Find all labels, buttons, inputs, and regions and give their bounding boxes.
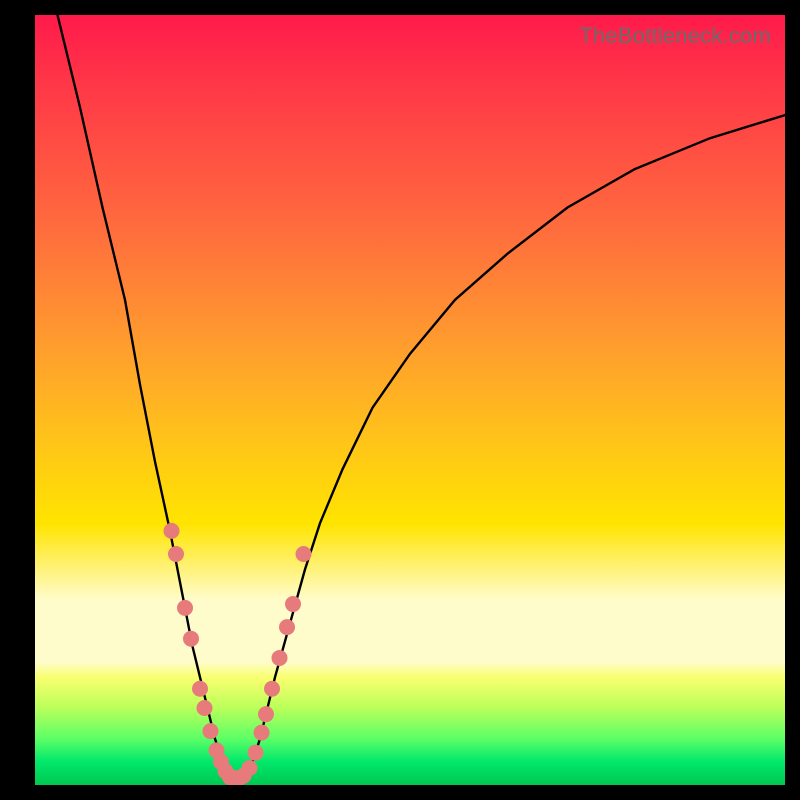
data-point [296, 546, 312, 562]
data-point [248, 745, 264, 761]
curve-left [58, 15, 231, 780]
data-point [168, 546, 184, 562]
data-point [279, 619, 295, 635]
data-point [164, 523, 180, 539]
data-point [285, 596, 301, 612]
data-point [197, 700, 213, 716]
chart-frame: TheBottleneck.com [0, 0, 800, 800]
curve-right [245, 115, 785, 780]
data-point [254, 725, 270, 741]
markers-right [231, 546, 312, 785]
data-point [192, 681, 208, 697]
data-point [177, 600, 193, 616]
data-point [272, 650, 288, 666]
data-point [264, 681, 280, 697]
plot-area: TheBottleneck.com [35, 15, 785, 785]
curve-svg [35, 15, 785, 785]
data-point [203, 723, 219, 739]
data-point [258, 706, 274, 722]
data-point [183, 631, 199, 647]
data-point [242, 760, 258, 776]
